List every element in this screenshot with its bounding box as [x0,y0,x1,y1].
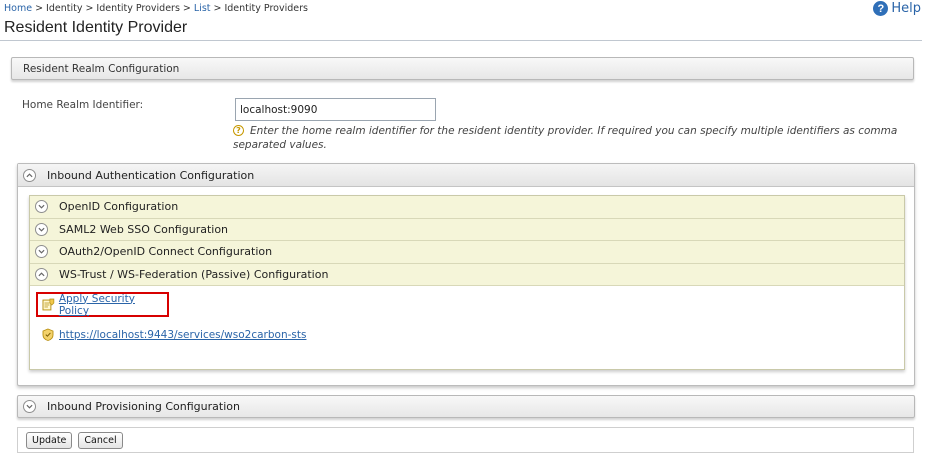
breadcrumb-identity-providers: Identity Providers [96,3,180,14]
breadcrumb-current: Identity Providers [224,3,308,14]
page-title: Resident Identity Provider [4,19,188,36]
home-realm-input[interactable] [235,98,436,121]
inbound-provisioning-header[interactable]: Inbound Provisioning Configuration [17,395,915,418]
apply-security-policy-link[interactable]: Apply Security Policy [36,292,169,317]
sts-url-link[interactable]: https://localhost:9443/services/wso2carb… [42,328,306,341]
chevron-down-icon[interactable] [35,200,48,214]
chevron-down-icon[interactable] [23,400,36,413]
breadcrumb-identity: Identity [46,3,83,14]
policy-edit-icon [42,298,55,311]
help-label: Help [891,1,921,16]
chevron-up-icon[interactable] [23,168,36,182]
home-realm-hint: ? Enter the home realm identifier for the… [233,124,913,152]
chevron-down-icon[interactable] [35,245,48,259]
openid-config-header[interactable]: OpenID Configuration [30,196,904,219]
saml2-config-title: SAML2 Web SSO Configuration [59,222,229,236]
shield-icon [42,328,54,341]
chevron-up-icon[interactable] [35,267,48,281]
inbound-auth-title: Inbound Authentication Configuration [47,168,255,182]
saml2-config-header[interactable]: SAML2 Web SSO Configuration [30,218,904,241]
openid-config-title: OpenID Configuration [59,200,179,214]
resident-realm-section-title: Resident Realm Configuration [23,62,180,75]
inbound-auth-header[interactable]: Inbound Authentication Configuration [18,164,914,187]
ws-trust-config-body: Apply Security Policy https://localhost:… [30,286,904,371]
resident-realm-section-header: Resident Realm Configuration [11,57,914,80]
update-button[interactable]: Update [26,431,73,449]
title-divider [0,40,922,41]
home-realm-label: Home Realm Identifier: [22,99,144,111]
breadcrumb: Home > Identity > Identity Providers > List > Id… [4,3,308,14]
ws-trust-config-title: WS-Trust / WS-Federation (Passive) Confi… [59,267,329,281]
form-actions: Update Cancel [17,427,914,453]
oauth2-config-header[interactable]: OAuth2/OpenID Connect Configuration [30,241,904,264]
breadcrumb-list-link[interactable]: List [194,3,211,14]
help-icon: ? [873,1,889,16]
breadcrumb-home-link[interactable]: Home [4,3,32,14]
home-realm-hint-text: Enter the home realm identifier for the … [233,125,898,151]
ws-trust-config-header[interactable]: WS-Trust / WS-Federation (Passive) Confi… [30,263,904,286]
cancel-button[interactable]: Cancel [78,431,123,449]
help-question-icon: ? [233,125,244,136]
sts-url-label: https://localhost:9443/services/wso2carb… [59,328,307,341]
oauth2-config-title: OAuth2/OpenID Connect Configuration [59,245,273,259]
inbound-auth-panel: Inbound Authentication Configuration Ope… [17,163,915,386]
apply-security-policy-label: Apply Security Policy [58,292,135,317]
inbound-auth-sections: OpenID Configuration SAML2 Web SSO Confi… [29,195,905,370]
help-link[interactable]: ? Help [873,1,921,16]
chevron-down-icon[interactable] [35,222,48,236]
inbound-provisioning-title: Inbound Provisioning Configuration [47,400,240,413]
